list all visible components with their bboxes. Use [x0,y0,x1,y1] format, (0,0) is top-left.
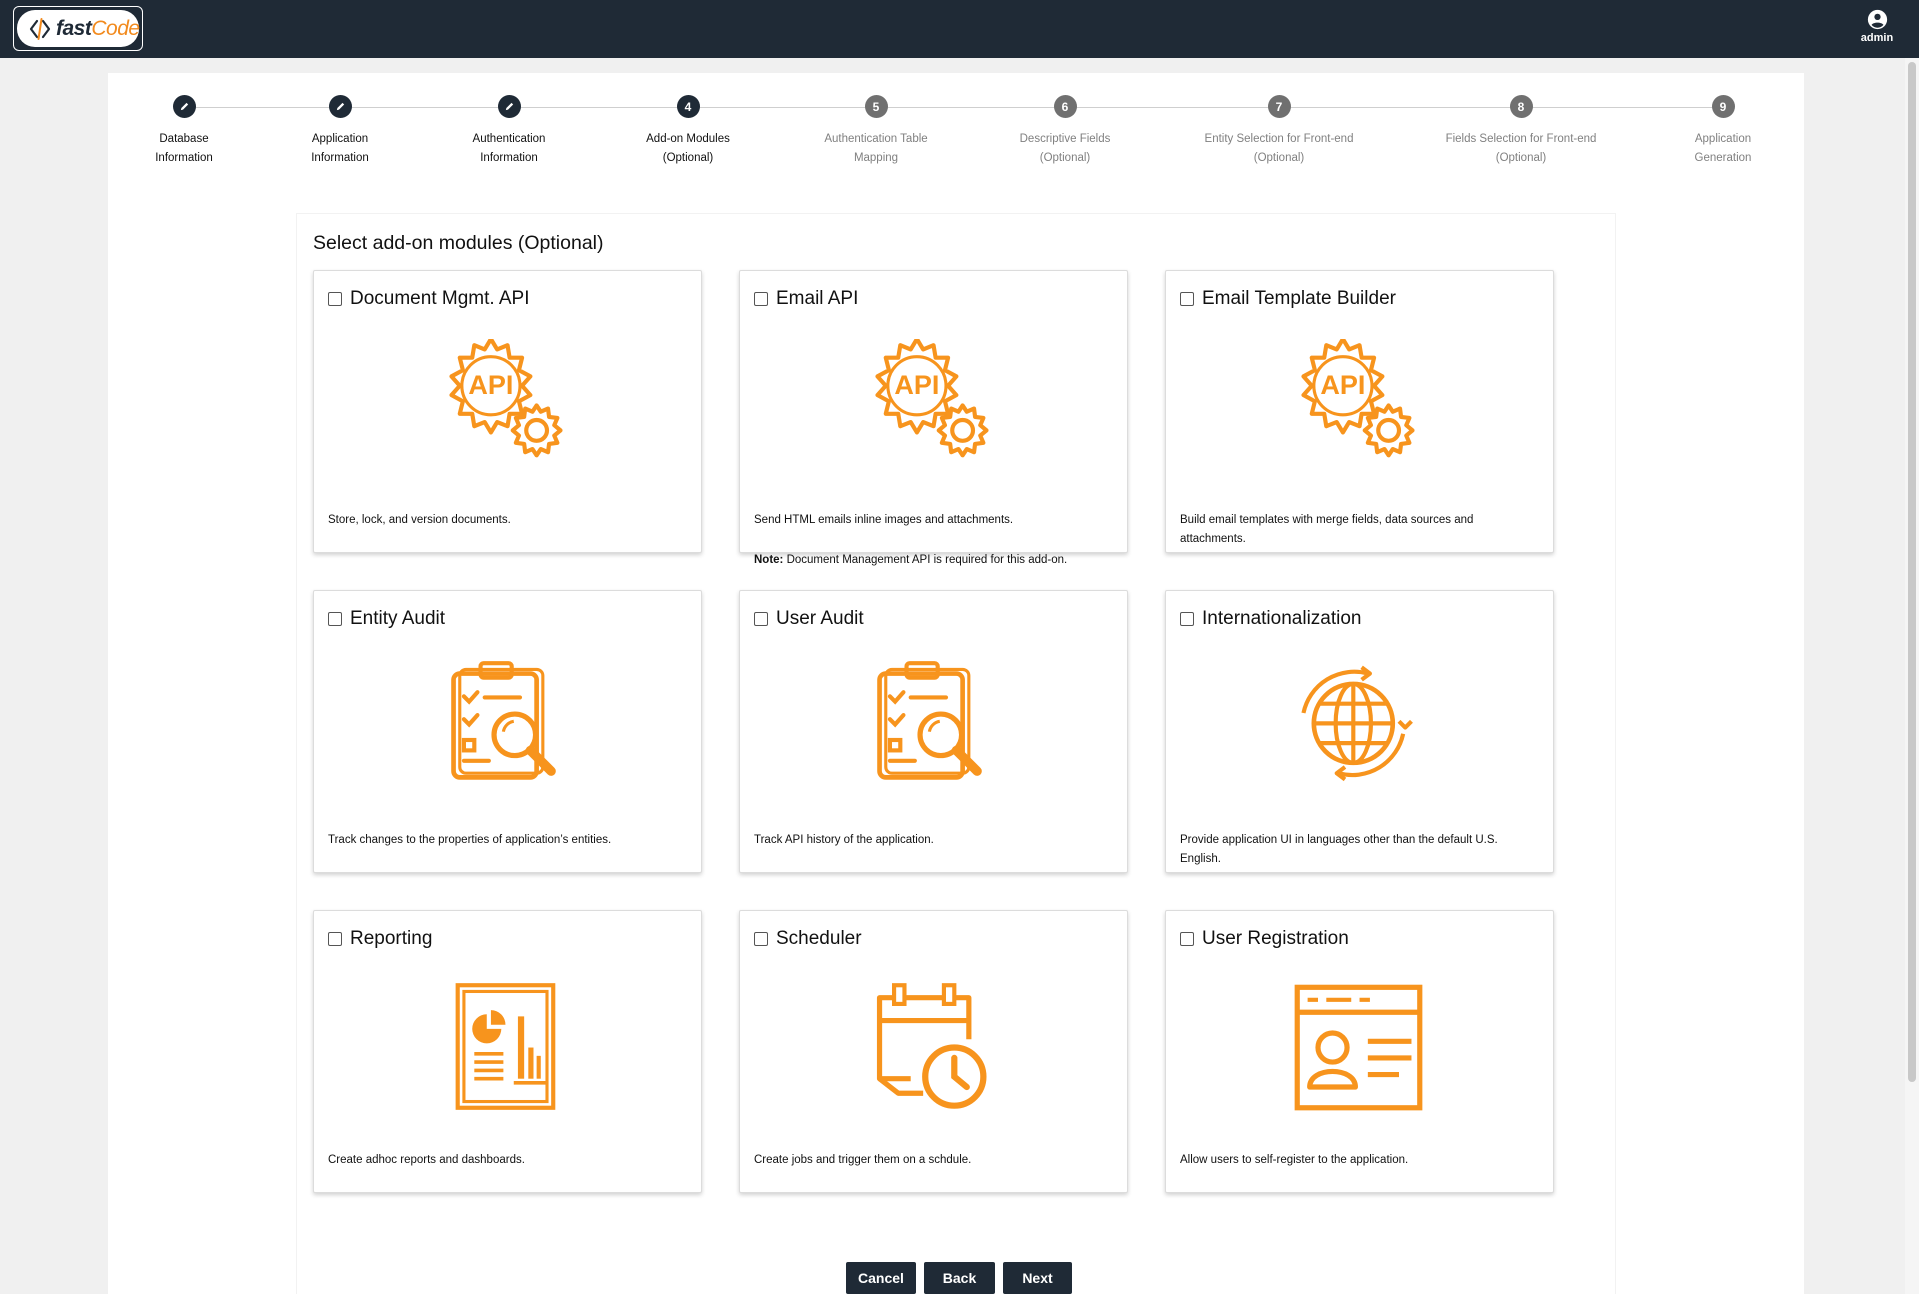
module-title: Reporting [350,928,433,949]
module-description: Track changes to the properties of appli… [328,834,612,846]
back-button[interactable]: Back [924,1262,995,1294]
module-checkbox[interactable] [328,292,342,306]
user-menu[interactable]: admin [1857,9,1897,44]
note-label: Note: [754,554,784,566]
step-number: 6 [1053,95,1077,118]
module-checkbox[interactable] [328,612,342,626]
module-card-reporting[interactable]: Reporting Create adhoc reports and dashb… [313,910,702,1193]
step-entity-selection: 7 Entity Selection for Front-end (Optiona… [1184,95,1374,168]
clipboard-search-icon [451,661,556,780]
module-card-entity-audit[interactable]: Entity Audit Track changes to the proper… [313,590,702,873]
module-description: Build email templates with merge fields,… [1180,514,1474,545]
account-circle-icon [1867,9,1887,30]
module-title: Email API [776,288,859,309]
step-number: 7 [1267,95,1291,118]
report-icon [455,983,556,1110]
module-checkbox[interactable] [1180,292,1194,306]
module-description: Create jobs and trigger them on a schdul… [754,1154,972,1166]
module-card-scheduler[interactable]: Scheduler Create jobs and trigger them o… [739,910,1128,1193]
logo-text: fastCode [56,16,140,40]
svg-text:API: API [468,370,513,400]
module-title: Entity Audit [350,608,446,629]
module-card-user-registration[interactable]: User Registration Allow users to self-re… [1165,910,1554,1193]
top-navbar: fastCode admin [0,0,1919,58]
step-number: 4 [676,95,700,118]
cancel-button[interactable]: Cancel [846,1262,916,1294]
module-description: Track API history of the application. [754,834,934,846]
module-card-user-audit[interactable]: User Audit Track API history of the appl… [739,590,1128,873]
module-checkbox[interactable] [754,932,768,946]
step-number: 5 [864,95,888,118]
api-gear-icon: API [1301,339,1415,458]
step-number: 8 [1509,95,1533,118]
api-gear-icon: API [449,339,563,458]
module-card-email-template-builder[interactable]: Email Template Builder API Build email t… [1165,270,1554,553]
clipboard-search-icon [877,661,982,780]
module-description: Store, lock, and version documents. [328,514,511,526]
user-name: admin [1860,32,1894,44]
step-number: 9 [1711,95,1735,118]
logo-inner: fastCode [17,10,140,47]
logo[interactable]: fastCode [13,6,143,51]
step-authentication-information[interactable]: Authentication Information [434,95,584,168]
step-label: Add-on Modules (Optional) [646,133,730,164]
module-title: Email Template Builder [1202,288,1396,309]
module-note: Note: Document Management API is require… [754,551,1114,570]
module-title: User Audit [776,608,864,629]
module-description: Create adhoc reports and dashboards. [328,1154,525,1166]
module-description: Allow users to self-register to the appl… [1180,1154,1409,1166]
pencil-icon [328,95,352,118]
section-title: Select add-on modules (Optional) [313,232,604,254]
step-descriptive-fields: 6 Descriptive Fields (Optional) [990,95,1140,168]
step-label: Application Generation [1694,133,1752,164]
add-on-modules-section: Select add-on modules (Optional) Documen… [296,213,1616,1294]
step-application-information[interactable]: Application Information [265,95,415,168]
globe-icon [1301,665,1413,782]
step-label: Authentication Information [472,133,546,164]
next-button[interactable]: Next [1003,1262,1072,1294]
note-text: Document Management API is required for … [783,554,1068,566]
module-title: Internationalization [1202,608,1362,629]
wizard-stepper: Database Information Application Informati… [108,95,1804,195]
module-card-email-api[interactable]: Email API API Send HTML emails inline im… [739,270,1128,566]
calendar-clock-icon [876,983,987,1109]
step-fields-selection: 8 Fields Selection for Front-end (Optiona… [1426,95,1616,168]
module-card-internationalization[interactable]: Internationalization Provide application… [1165,590,1554,873]
step-label: Database Information [155,133,213,164]
pencil-icon [497,95,521,118]
module-title: User Registration [1202,928,1349,949]
wizard-panel: Database Information Application Informati… [108,73,1804,1294]
scrollbar-thumb[interactable] [1908,62,1916,1082]
module-card-document-mgmt-api[interactable]: Document Mgmt. API API Store, lock, and … [313,270,702,553]
module-checkbox[interactable] [328,932,342,946]
step-application-generation: 9 Application Generation [1648,95,1798,168]
api-gear-icon: API [875,339,989,458]
step-label: Application Information [311,133,369,164]
registration-form-icon [1294,984,1423,1111]
module-title: Document Mgmt. API [350,288,530,309]
pencil-icon [172,95,196,118]
step-label: Descriptive Fields (Optional) [1019,133,1111,164]
step-label: Authentication Table Mapping [824,133,928,164]
module-checkbox[interactable] [754,292,768,306]
module-checkbox[interactable] [754,612,768,626]
module-description: Send HTML emails inline images and attac… [754,514,1014,526]
step-label: Entity Selection for Front-end (Optional) [1204,133,1354,164]
module-title: Scheduler [776,928,862,949]
code-brackets-icon [29,15,51,43]
step-authentication-table-mapping: 5 Authentication Table Mapping [801,95,951,168]
step-database-information[interactable]: Database Information [109,95,259,168]
module-description: Provide application UI in languages othe… [1180,834,1498,865]
step-label: Fields Selection for Front-end (Optional) [1445,133,1597,164]
module-checkbox[interactable] [1180,612,1194,626]
svg-text:API: API [1320,370,1365,400]
module-checkbox[interactable] [1180,932,1194,946]
svg-text:API: API [894,370,939,400]
step-add-on-modules[interactable]: 4 Add-on Modules (Optional) [613,95,763,168]
